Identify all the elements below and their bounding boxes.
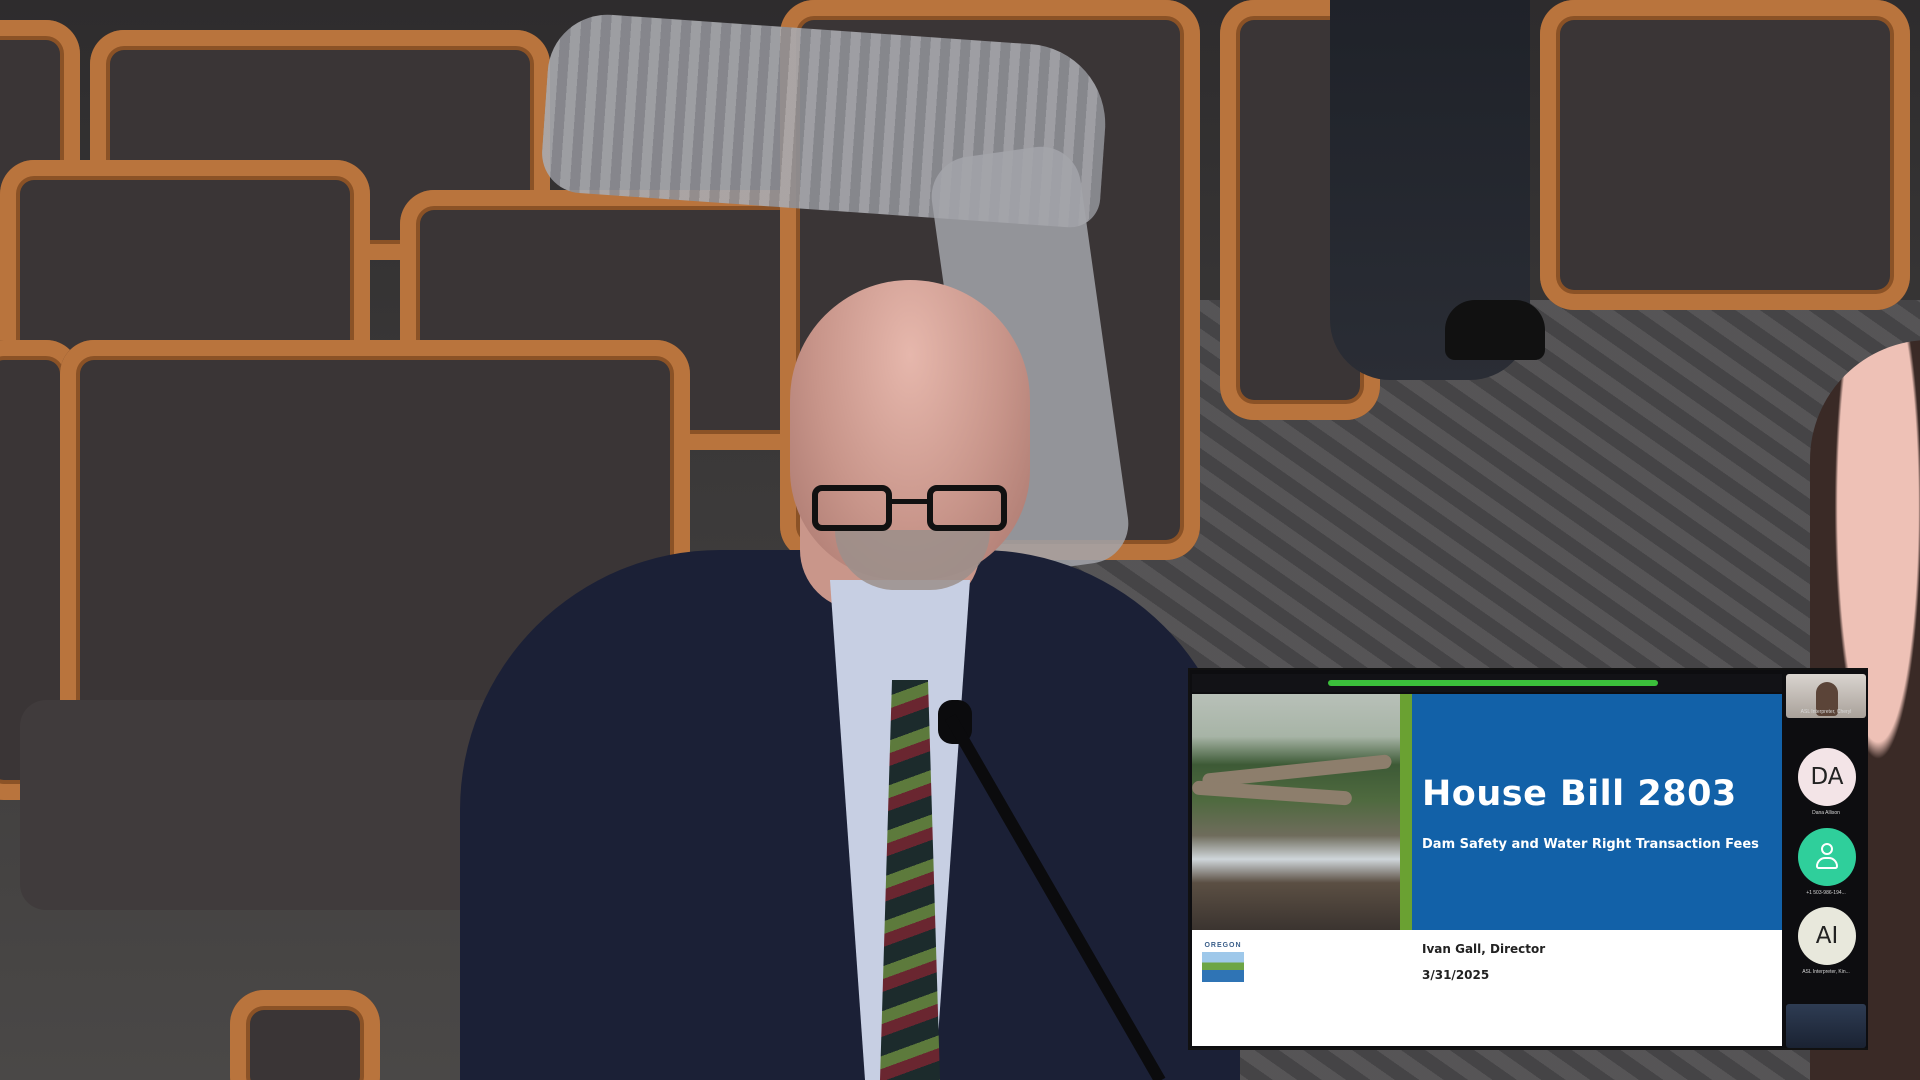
participant-name: Dana Allison (1812, 810, 1840, 816)
video-call-overlay[interactable]: House Bill 2803 Dam Safety and Water Rig… (1188, 668, 1868, 1050)
person-icon (1813, 843, 1841, 871)
presenter-name: Ivan Gall, Director (1422, 942, 1546, 956)
slide-title-panel: House Bill 2803 Dam Safety and Water Rig… (1412, 694, 1782, 930)
oregon-state-seal-icon: OREGON (1200, 942, 1246, 992)
participant-name: +1 503-986-194... (1806, 890, 1846, 896)
slide-date: 3/31/2025 (1422, 968, 1490, 982)
slide-subtitle: Dam Safety and Water Right Transaction F… (1422, 837, 1759, 852)
slide-accent-bar (1400, 694, 1412, 930)
participant-name: ASL Interpreter, Kin... (1802, 969, 1850, 975)
slide-title: House Bill 2803 (1422, 774, 1737, 814)
glasses (812, 485, 1012, 535)
slide-progress-bar (1328, 680, 1658, 686)
participant-avatar[interactable]: DA (1798, 748, 1856, 806)
presentation-slide[interactable]: House Bill 2803 Dam Safety and Water Rig… (1191, 694, 1782, 1046)
river-photo (1191, 694, 1400, 930)
logo-word: OREGON (1204, 942, 1242, 949)
participant-avatar[interactable] (1798, 828, 1856, 886)
slide-footer: OREGON Ivan Gall, Director 3/31/2025 (1192, 930, 1782, 1046)
shoe (1445, 300, 1545, 360)
self-view-video-tile[interactable] (1786, 1004, 1866, 1048)
chair (230, 990, 380, 1080)
participant-strip[interactable]: ASL Interpreter, Cheryl DA Dana Allison … (1782, 670, 1868, 1048)
participant-name: ASL Interpreter, Cheryl (1800, 709, 1852, 715)
chair (1540, 0, 1910, 310)
speaker (460, 280, 1240, 1080)
participant-avatar[interactable]: AI (1798, 907, 1856, 965)
